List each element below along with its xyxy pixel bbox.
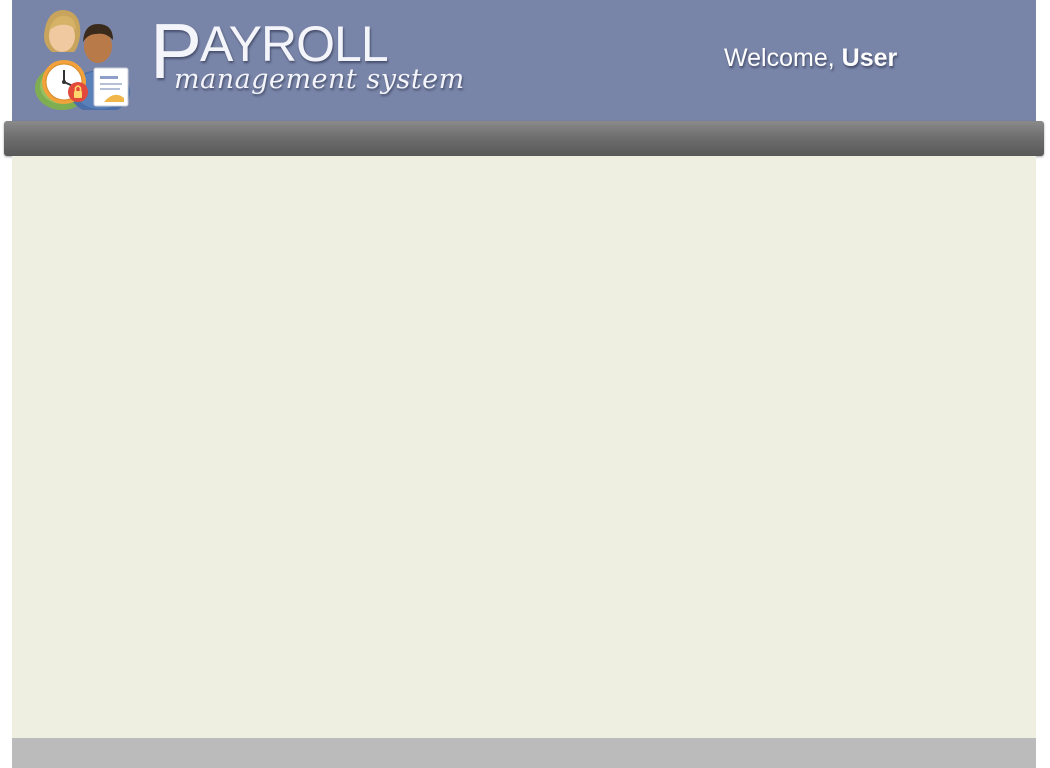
main-content-area: [12, 156, 1036, 738]
app-header: PAYROLL management system Welcome, User: [12, 0, 1036, 121]
payroll-people-clock-icon: [35, 10, 130, 110]
page-footer: [12, 738, 1036, 768]
welcome-username: User: [841, 44, 898, 72]
main-navigation-bar: [4, 121, 1044, 156]
brand-subtitle: management system: [174, 64, 465, 95]
page: PAYROLL management system Welcome, User: [0, 0, 1050, 768]
welcome-message: Welcome, User: [724, 44, 897, 73]
welcome-greeting: Welcome,: [724, 44, 835, 72]
